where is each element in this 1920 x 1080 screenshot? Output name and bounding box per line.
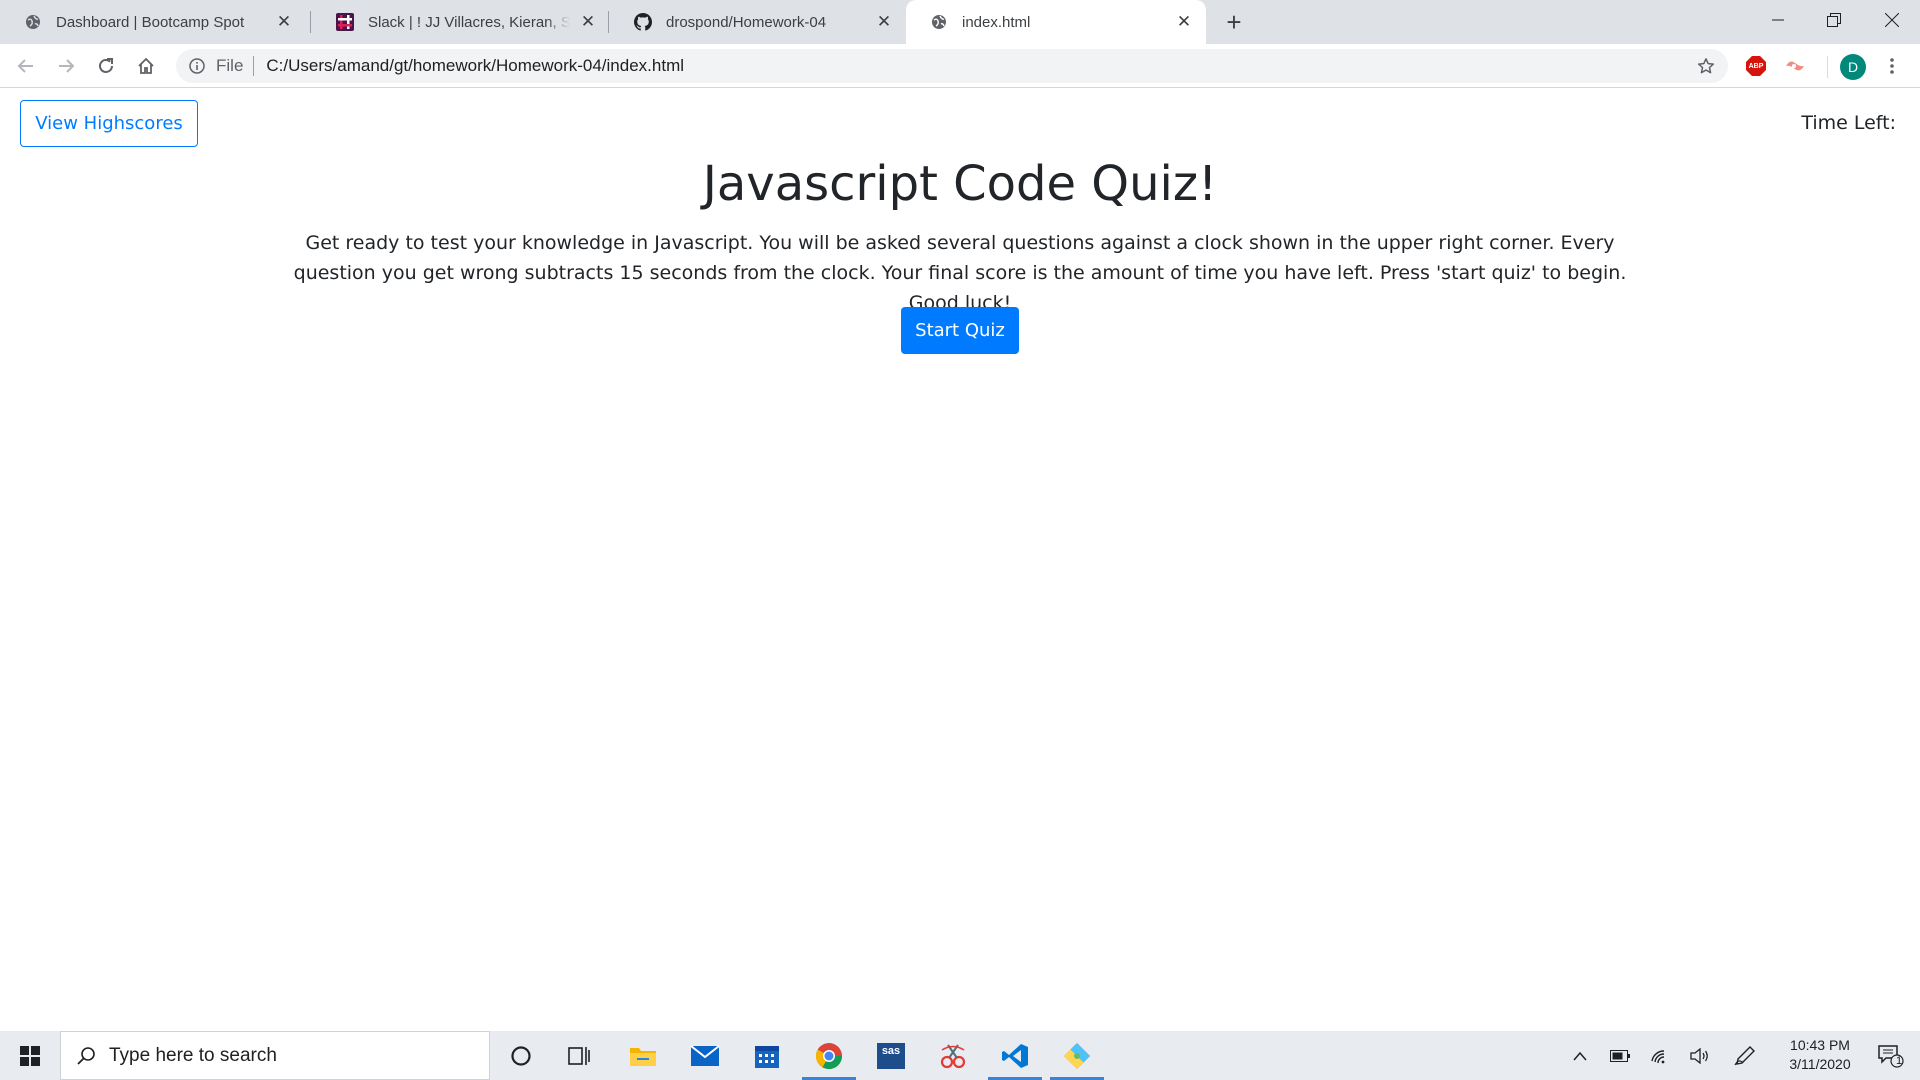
timer: Time Left: [1801,112,1900,134]
restore-icon[interactable] [1806,0,1862,40]
sas-icon[interactable]: sas [860,1031,922,1080]
tab-close-icon[interactable]: ✕ [578,12,598,32]
quiz-description: Get ready to test your knowledge in Java… [293,232,1627,314]
address-separator [253,56,255,76]
scheme-label: File [216,56,244,75]
windows-start-icon[interactable] [0,1031,60,1080]
sas-label: sas [877,1042,905,1069]
toolbar-separator [1827,56,1828,78]
tab-github[interactable]: drospond/Homework-04 ✕ [610,0,906,44]
snipping-tool-icon[interactable] [922,1031,984,1080]
tab-title: index.html [962,13,1031,31]
globe-icon [930,13,948,31]
vscode-icon[interactable] [984,1031,1046,1080]
tab-separator [608,11,609,33]
cortana-icon[interactable] [490,1031,552,1080]
address-bar[interactable]: File C:/Users/amand/gt/homework/Homework… [176,49,1728,83]
tab-slack[interactable]: Slack | ! JJ Villacres, Kieran, Sam S ✕ [312,0,610,44]
wifi-icon[interactable] [1642,1031,1678,1080]
page-viewport: View Highscores Time Left: Javascript Co… [0,88,1920,1031]
battery-icon[interactable] [1602,1031,1638,1080]
clock-time: 10:43 PM [1790,1037,1850,1053]
view-highscores-button[interactable]: View Highscores [20,100,198,147]
extension-icon[interactable] [1783,54,1807,78]
browser-toolbar: File C:/Users/amand/gt/homework/Homework… [0,44,1920,88]
profile-avatar[interactable]: D [1839,53,1867,81]
browser-tab-strip: Dashboard | Bootcamp Spot ✕ Slack | ! JJ… [0,0,1920,44]
bookmark-star-icon[interactable] [1696,56,1716,76]
start-quiz-button[interactable]: Start Quiz [901,307,1019,354]
tab-close-icon[interactable]: ✕ [1174,12,1194,32]
git-icon[interactable] [1046,1031,1108,1080]
windows-taskbar: Type here to search sas 10:43 PM 3/11/20… [0,1031,1920,1080]
menu-kebab-icon[interactable] [1880,54,1904,78]
mail-icon[interactable] [674,1031,736,1080]
minimize-icon[interactable] [1750,0,1806,40]
page-title: Javascript Code Quiz! [702,156,1218,212]
notification-center-icon[interactable]: 1 [1862,1031,1920,1080]
adblock-icon[interactable]: ABP [1744,54,1768,78]
home-icon[interactable] [132,52,160,80]
file-explorer-icon[interactable] [612,1031,674,1080]
taskbar-search-box[interactable]: Type here to search [60,1031,490,1080]
profile-initial: D [1840,54,1866,80]
tab-title: Slack | ! JJ Villacres, Kieran, Sam S [368,13,570,31]
task-view-icon[interactable] [548,1031,610,1080]
tab-title: drospond/Homework-04 [666,13,827,31]
url-text[interactable]: C:/Users/amand/gt/homework/Homework-04/i… [266,56,684,76]
slack-icon [336,13,354,31]
search-placeholder: Type here to search [109,1044,277,1066]
info-icon[interactable] [188,57,206,75]
calendar-icon[interactable] [736,1031,798,1080]
tab-close-icon[interactable]: ✕ [274,12,294,32]
timer-label: Time Left: [1801,112,1896,134]
search-icon [75,1045,97,1067]
system-clock[interactable]: 10:43 PM 3/11/2020 [1765,1036,1875,1074]
forward-icon[interactable] [52,52,80,80]
tab-dashboard[interactable]: Dashboard | Bootcamp Spot ✕ [0,0,306,44]
github-icon [634,13,652,31]
tab-title: Dashboard | Bootcamp Spot [56,13,245,31]
volume-icon[interactable] [1682,1031,1718,1080]
new-tab-button[interactable]: + [1220,7,1248,37]
window-close-icon[interactable] [1864,0,1920,40]
notification-count: 1 [1896,1055,1903,1067]
chevron-up-icon[interactable] [1562,1031,1598,1080]
chrome-icon[interactable] [798,1031,860,1080]
pen-workspace-icon[interactable] [1727,1031,1763,1080]
globe-icon [24,13,42,31]
tab-index-html[interactable]: index.html ✕ [906,0,1206,44]
reload-icon[interactable] [92,52,120,80]
tab-close-icon[interactable]: ✕ [874,12,894,32]
clock-date: 3/11/2020 [1789,1056,1851,1072]
tab-separator [310,11,311,33]
back-icon[interactable] [12,52,40,80]
adblock-badge: ABP [1746,56,1766,76]
